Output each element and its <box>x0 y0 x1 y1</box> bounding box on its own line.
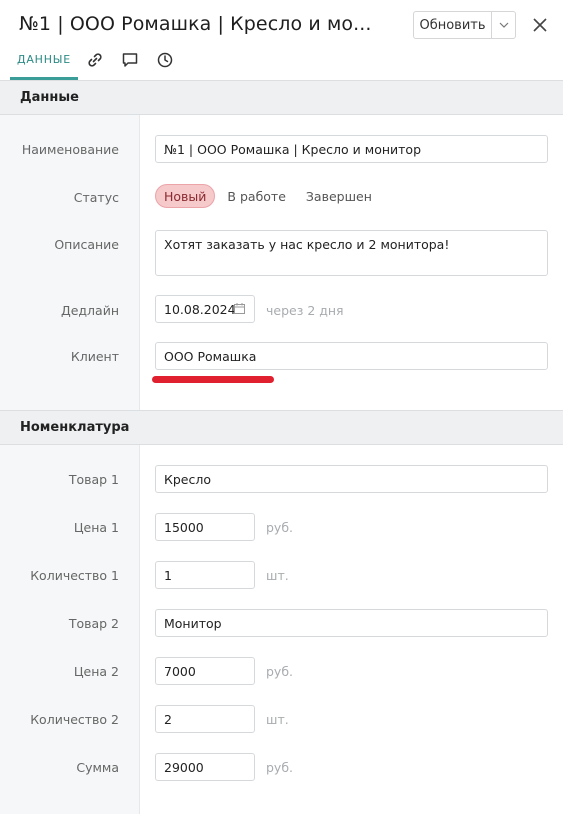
item1-label: Товар 1 <box>68 472 119 487</box>
qty1-unit: шт. <box>266 568 289 583</box>
section-nomenclature-header: Номенклатура <box>0 410 563 445</box>
item1-field[interactable]: Кресло <box>155 465 548 493</box>
price2-unit: руб. <box>266 664 294 679</box>
description-label: Описание <box>54 237 119 252</box>
qty1-field[interactable]: 1 <box>155 561 255 589</box>
tab-bar: ДАННЫЕ <box>0 46 563 80</box>
update-options-toggle[interactable] <box>492 12 515 38</box>
item2-field[interactable]: Монитор <box>155 609 548 637</box>
client-label: Клиент <box>70 349 119 364</box>
name-field[interactable]: №1 | ООО Ромашка | Кресло и монитор <box>155 135 548 163</box>
price2-field[interactable]: 7000 <box>155 657 255 685</box>
deadline-value: 10.08.2024 <box>164 301 236 317</box>
status-option-in-progress[interactable]: В работе <box>219 184 293 208</box>
card-header: №1 | ООО Ромашка | Кресло и мо... Обнови… <box>0 0 563 80</box>
update-button-group[interactable]: Обновить <box>413 11 516 39</box>
deadline-hint: через 2 дня <box>266 303 344 318</box>
card-title: №1 | ООО Ромашка | Кресло и мо... <box>19 13 372 35</box>
qty2-unit: шт. <box>266 712 289 727</box>
status-selector: Новый В работе Завершен <box>155 184 384 208</box>
qty1-label: Количество 1 <box>30 568 119 583</box>
sum-field[interactable]: 29000 <box>155 753 255 781</box>
sum-label: Сумма <box>76 760 119 775</box>
qty2-label: Количество 2 <box>30 712 119 727</box>
tab-data[interactable]: ДАННЫЕ <box>10 46 78 80</box>
item2-label: Товар 2 <box>68 616 119 631</box>
client-field[interactable]: ООО Ромашка <box>155 342 548 370</box>
deadline-label: Дедлайн <box>60 303 119 318</box>
name-label: Наименование <box>21 142 119 157</box>
price1-label: Цена 1 <box>73 520 119 535</box>
section-data-header: Данные <box>0 80 563 115</box>
link-icon[interactable] <box>86 51 104 69</box>
close-icon[interactable] <box>531 16 549 34</box>
calendar-icon[interactable] <box>233 302 246 315</box>
price1-field[interactable]: 15000 <box>155 513 255 541</box>
status-option-new[interactable]: Новый <box>155 184 216 208</box>
card-body: Данные Наименование №1 | ООО Ромашка | К… <box>0 80 563 814</box>
chevron-down-icon <box>499 22 508 28</box>
price1-unit: руб. <box>266 520 294 535</box>
qty2-field[interactable]: 2 <box>155 705 255 733</box>
history-icon[interactable] <box>156 51 174 69</box>
status-label: Статус <box>73 190 119 205</box>
update-button[interactable]: Обновить <box>414 12 492 38</box>
description-field[interactable]: Хотят заказать у нас кресло и 2 монитора… <box>155 230 548 276</box>
deadline-field[interactable]: 10.08.2024 <box>155 295 255 323</box>
status-option-done[interactable]: Завершен <box>298 184 380 208</box>
annotation-underline <box>152 376 274 383</box>
price2-label: Цена 2 <box>73 664 119 679</box>
comment-icon[interactable] <box>121 51 139 69</box>
sum-unit: руб. <box>266 760 294 775</box>
